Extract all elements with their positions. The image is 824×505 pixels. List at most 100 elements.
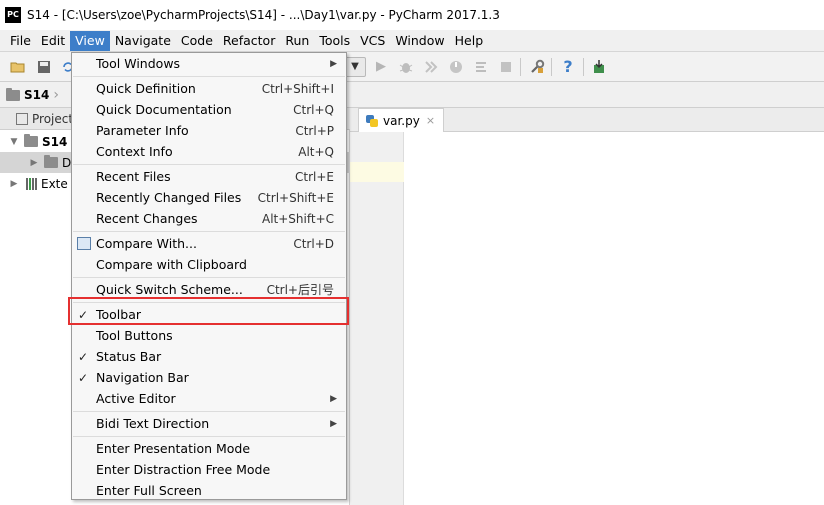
pycharm-app-icon: PC	[5, 7, 21, 23]
menu-item-label: Recent Changes	[96, 211, 198, 226]
open-folder-icon[interactable]	[10, 59, 26, 75]
menu-item-label: Parameter Info	[96, 123, 189, 138]
menu-item-label: Active Editor	[96, 391, 176, 406]
menu-item-shortcut: Ctrl+Shift+E	[257, 190, 334, 205]
menu-item-shortcut: Ctrl+P	[295, 123, 334, 138]
menu-item-status-bar[interactable]: ✓ Status Bar	[72, 346, 346, 367]
menu-item-label: Quick Switch Scheme...	[96, 282, 243, 297]
close-icon[interactable]: ×	[426, 114, 435, 127]
project-panel-title: Project	[32, 111, 74, 126]
run-config-dropdown-icon[interactable]: ▼	[344, 57, 366, 77]
menu-bar: File Edit View Navigate Code Refactor Ru…	[0, 30, 824, 52]
menu-item-label: Compare with Clipboard	[96, 257, 247, 272]
menu-run[interactable]: Run	[280, 31, 314, 51]
menu-item-label: Quick Definition	[96, 81, 196, 96]
menu-item-shortcut: Ctrl+后引号	[266, 283, 334, 297]
menu-separator	[73, 436, 345, 437]
collapse-arrow-icon[interactable]: ▶	[28, 158, 40, 168]
library-icon	[26, 177, 37, 190]
menu-help[interactable]: Help	[450, 31, 489, 51]
menu-separator	[73, 411, 345, 412]
folder-icon	[44, 155, 58, 168]
menu-item-shortcut: Ctrl+E	[295, 169, 334, 184]
tab-var-py[interactable]: var.py ×	[358, 108, 445, 132]
tree-item-label: S14	[42, 134, 68, 149]
toolbar-separator	[551, 58, 552, 76]
collapse-arrow-icon[interactable]: ▶	[8, 179, 20, 189]
submenu-arrow-icon: ▶	[330, 393, 337, 404]
menu-item-compare-with-clipboard[interactable]: Compare with Clipboard	[72, 254, 346, 275]
menu-item-label: Navigation Bar	[96, 370, 189, 385]
menu-window[interactable]: Window	[390, 31, 449, 51]
menu-item-parameter-info[interactable]: Parameter Info Ctrl+P	[72, 120, 346, 141]
menu-item-navigation-bar[interactable]: ✓ Navigation Bar	[72, 367, 346, 388]
annotation-highlight-box	[68, 297, 349, 325]
settings-icon[interactable]	[529, 59, 545, 75]
breadcrumb[interactable]: S14 ›	[6, 85, 59, 105]
debug-icon[interactable]	[398, 59, 414, 75]
chevron-right-icon: ›	[53, 87, 59, 103]
breadcrumb-project: S14	[24, 88, 50, 102]
menu-item-recent-files[interactable]: Recent Files Ctrl+E	[72, 166, 346, 187]
menu-item-label: Context Info	[96, 144, 173, 159]
tab-label: var.py	[383, 113, 420, 128]
checkmark-icon: ✓	[78, 370, 89, 385]
code-editor[interactable]	[405, 132, 824, 505]
window-title: S14 - [C:\Users\zoe\PycharmProjects\S14]…	[27, 8, 500, 22]
menu-item-label: Enter Full Screen	[96, 483, 202, 498]
compare-icon	[77, 237, 91, 250]
menu-code[interactable]: Code	[176, 31, 218, 51]
menu-item-shortcut: Ctrl+D	[293, 236, 334, 251]
menu-item-label: Compare With...	[96, 236, 197, 251]
title-bar: PC S14 - [C:\Users\zoe\PycharmProjects\S…	[0, 0, 824, 30]
menu-item-label: Enter Presentation Mode	[96, 441, 251, 456]
menu-refactor[interactable]: Refactor	[218, 31, 280, 51]
menu-separator	[73, 277, 345, 278]
menu-item-context-info[interactable]: Context Info Alt+Q	[72, 141, 346, 162]
view-menu-dropdown: Tool Windows ▶ Quick Definition Ctrl+Shi…	[71, 52, 347, 500]
menu-item-label: Recently Changed Files	[96, 190, 242, 205]
menu-item-active-editor[interactable]: Active Editor ▶	[72, 388, 346, 409]
menu-item-shortcut: Ctrl+Shift+I	[261, 81, 334, 96]
menu-file[interactable]: File	[5, 31, 36, 51]
menu-item-tool-buttons[interactable]: Tool Buttons	[72, 325, 346, 346]
menu-item-presentation-mode[interactable]: Enter Presentation Mode	[72, 438, 346, 459]
coverage-icon[interactable]	[423, 59, 439, 75]
run-icon[interactable]: ▶	[373, 59, 389, 75]
menu-navigate[interactable]: Navigate	[110, 31, 176, 51]
menu-item-full-screen[interactable]: Enter Full Screen	[72, 480, 346, 501]
menu-item-tool-windows[interactable]: Tool Windows ▶	[72, 53, 346, 74]
menu-item-label: Tool Windows	[96, 56, 181, 71]
editor-tab-bar: var.py ×	[350, 108, 824, 132]
menu-item-label: Quick Documentation	[96, 102, 232, 117]
save-icon[interactable]	[36, 59, 52, 75]
editor-gutter	[350, 132, 404, 505]
menu-separator	[73, 164, 345, 165]
help-icon[interactable]: ?	[560, 59, 576, 75]
menu-item-label: Tool Buttons	[96, 328, 173, 343]
menu-item-compare-with[interactable]: Compare With... Ctrl+D	[72, 233, 346, 254]
menu-item-label: Recent Files	[96, 169, 171, 184]
menu-tools[interactable]: Tools	[314, 31, 355, 51]
tree-item-label: D	[62, 155, 72, 170]
expand-arrow-icon[interactable]: ▼	[8, 137, 20, 147]
stop-icon[interactable]	[498, 59, 514, 75]
menu-item-quick-documentation[interactable]: Quick Documentation Ctrl+Q	[72, 99, 346, 120]
menu-vcs[interactable]: VCS	[355, 31, 390, 51]
menu-edit[interactable]: Edit	[36, 31, 70, 51]
menu-item-bidi-text-direction[interactable]: Bidi Text Direction ▶	[72, 413, 346, 434]
menu-item-label: Enter Distraction Free Mode	[96, 462, 271, 477]
menu-item-quick-definition[interactable]: Quick Definition Ctrl+Shift+I	[72, 78, 346, 99]
menu-item-label: Bidi Text Direction	[96, 416, 210, 431]
concurrency-icon[interactable]	[473, 59, 489, 75]
tree-item-label: Exte	[41, 176, 68, 191]
menu-item-recent-changes[interactable]: Recent Changes Alt+Shift+C	[72, 208, 346, 229]
download-icon[interactable]	[591, 59, 607, 75]
menu-item-label: Status Bar	[96, 349, 162, 364]
menu-item-recently-changed-files[interactable]: Recently Changed Files Ctrl+Shift+E	[72, 187, 346, 208]
menu-separator	[73, 231, 345, 232]
menu-view[interactable]: View	[70, 30, 110, 51]
profile-icon[interactable]	[448, 59, 464, 75]
menu-item-distraction-free-mode[interactable]: Enter Distraction Free Mode	[72, 459, 346, 480]
project-icon	[16, 112, 28, 125]
